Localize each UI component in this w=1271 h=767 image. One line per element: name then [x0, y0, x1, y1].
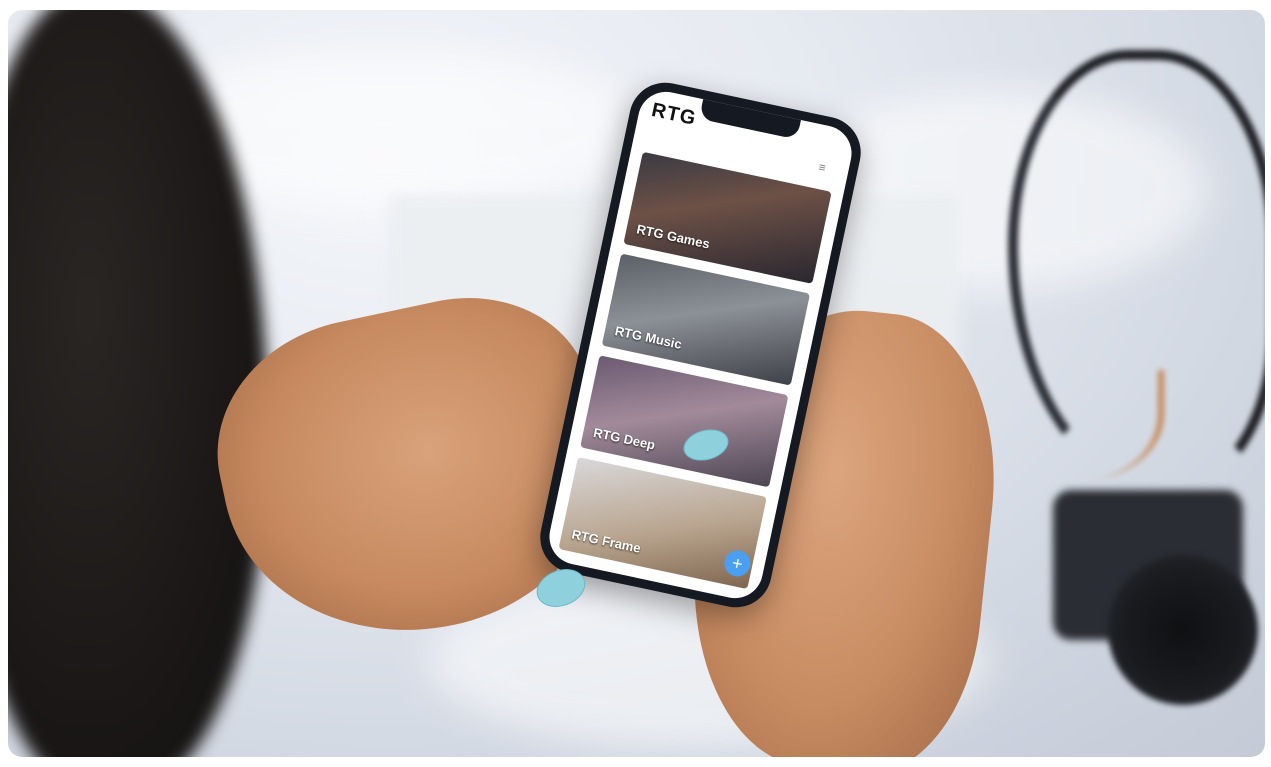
- menu-icon[interactable]: ≡: [817, 160, 833, 176]
- category-card-label: RTG Deep: [591, 424, 657, 453]
- phone-notch: [699, 97, 802, 140]
- app-brand-logo: RTG: [649, 98, 699, 130]
- category-card-label: RTG Games: [635, 221, 712, 252]
- category-card-label: RTG Frame: [570, 526, 643, 556]
- category-card-label: RTG Music: [613, 323, 684, 352]
- photo-frame: RTG ≡ RTG Games RTG Music RTG Deep RTG F…: [8, 10, 1265, 757]
- camera-lens: [1108, 555, 1258, 705]
